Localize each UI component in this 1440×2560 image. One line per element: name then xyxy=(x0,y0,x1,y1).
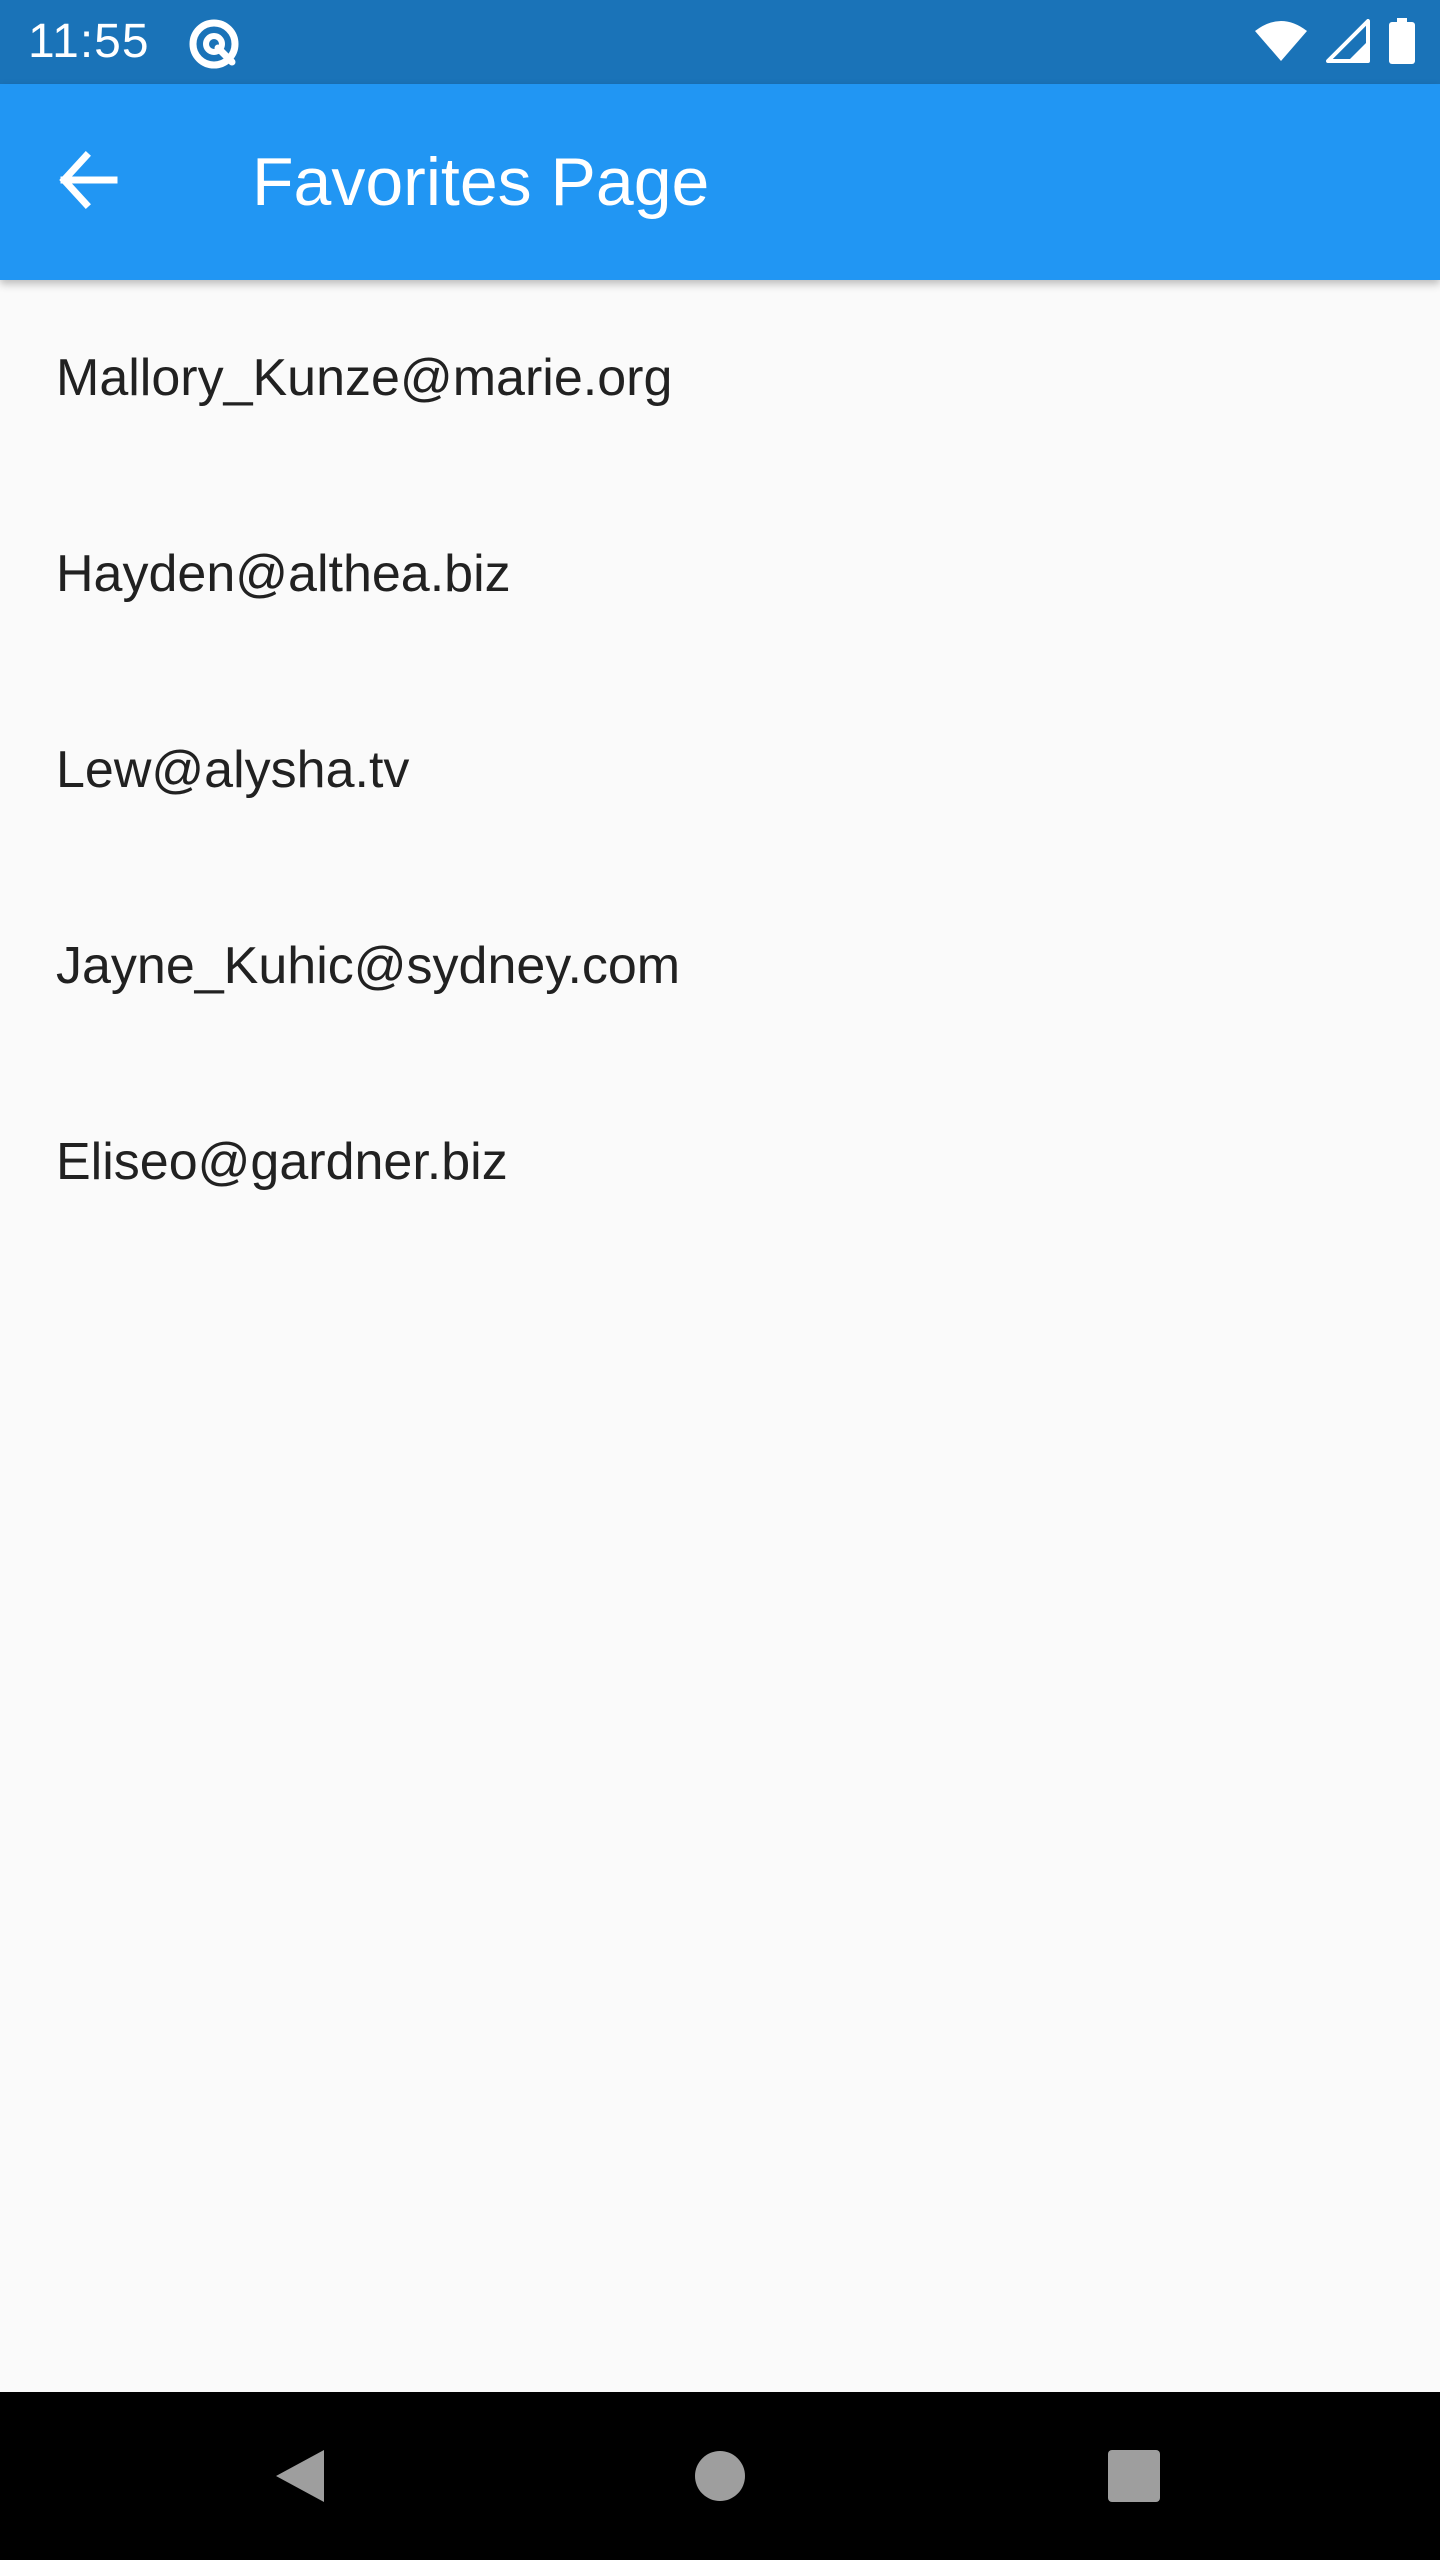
status-time: 11:55 xyxy=(28,15,150,68)
list-item[interactable]: Eliseo@gardner.biz xyxy=(0,1064,1440,1260)
list-item-email: Eliseo@gardner.biz xyxy=(56,1133,508,1191)
list-item-email: Lew@alysha.tv xyxy=(56,741,410,799)
status-icons xyxy=(1254,17,1416,69)
arrow-back-icon xyxy=(56,148,120,217)
list-item[interactable]: Hayden@althea.biz xyxy=(0,476,1440,672)
signal-icon xyxy=(1326,18,1370,68)
list-item-email: Mallory_Kunze@marie.org xyxy=(56,349,673,407)
app-bar: Favorites Page xyxy=(0,84,1440,280)
list-item-email: Jayne_Kuhic@sydney.com xyxy=(56,937,681,995)
list-item[interactable]: Mallory_Kunze@marie.org xyxy=(0,280,1440,476)
battery-icon xyxy=(1388,17,1416,69)
nav-recents-icon[interactable] xyxy=(1104,2446,1164,2506)
navigation-bar xyxy=(0,2392,1440,2560)
favorites-list: Mallory_Kunze@marie.org Hayden@althea.bi… xyxy=(0,280,1440,1260)
status-bar: 11:55 xyxy=(0,0,1440,84)
wifi-icon xyxy=(1254,19,1308,68)
nav-home-icon[interactable] xyxy=(690,2446,750,2506)
nav-back-icon[interactable] xyxy=(272,2446,332,2506)
app-notification-icon xyxy=(186,16,242,72)
list-item[interactable]: Jayne_Kuhic@sydney.com xyxy=(0,868,1440,1064)
list-item[interactable]: Lew@alysha.tv xyxy=(0,672,1440,868)
page-title: Favorites Page xyxy=(252,144,710,220)
list-item-email: Hayden@althea.biz xyxy=(56,545,511,603)
screen: 11:55 Favorites Page Mallory_Kunze@marie… xyxy=(0,0,1440,2560)
back-button[interactable] xyxy=(40,134,136,230)
